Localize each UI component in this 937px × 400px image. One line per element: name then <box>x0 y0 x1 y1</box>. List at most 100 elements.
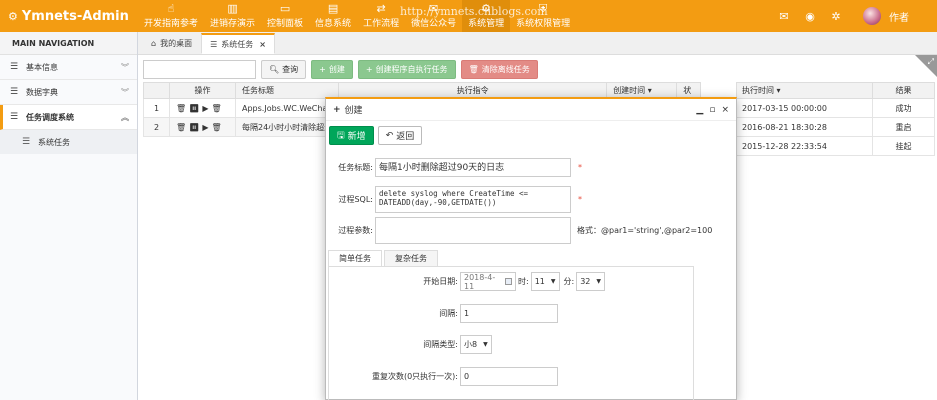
sort-desc-icon: ▾ <box>776 86 781 95</box>
repeat-field[interactable]: 0 <box>460 367 558 386</box>
minimize-icon[interactable]: ▁ <box>696 105 703 115</box>
trash-icon: 🗑︎ <box>468 64 479 74</box>
create-button[interactable]: + 创建 <box>311 59 353 79</box>
delete-icon[interactable]: 🗑︎ <box>211 123 224 132</box>
interval-label: 间隔: <box>439 309 458 318</box>
dialog-controls: ▁ ▫ × <box>696 105 729 115</box>
user-name: 作者 <box>889 12 909 24</box>
nav-item-info-system[interactable]: ▤ 信息系统 <box>309 0 357 32</box>
create-proc-task-button[interactable]: + 创建程序自执行任务 <box>357 59 456 79</box>
start-date-field[interactable]: 2018-4-11 <box>460 272 516 291</box>
grid-header-row: 执行时间 ▾ 结果 <box>736 82 935 99</box>
tab-complex-task[interactable]: 复杂任务 <box>384 250 438 267</box>
watermark: http://ymnets.cnblogs.com <box>400 5 548 18</box>
pause-icon[interactable]: ⏸︎ <box>189 104 202 113</box>
list-icon: ☰ <box>22 137 31 147</box>
row-result: 挂起 <box>872 136 935 156</box>
interval-type-label: 间隔类型: <box>423 340 458 349</box>
avatar <box>863 7 881 25</box>
sidebar-item-basic-info[interactable]: ☰ 基本信息 ︾ <box>0 55 137 80</box>
row-exec-time: 2016-08-21 18:30:28 <box>736 117 873 137</box>
clear-offline-button[interactable]: 🗑︎ 清除离线任务 <box>460 59 538 79</box>
nav-item-workflow[interactable]: ⇄ 工作流程 <box>357 0 405 32</box>
sort-desc-icon: ▾ <box>647 86 652 95</box>
user-menu[interactable]: 作者 <box>849 7 937 25</box>
tab-simple-task[interactable]: 简单任务 <box>328 250 382 267</box>
settings-icon[interactable]: ✲ <box>823 10 849 23</box>
calendar-icon[interactable] <box>504 278 512 285</box>
interval-field[interactable]: 1 <box>460 304 558 323</box>
tab-system-tasks[interactable]: ☰ 系统任务 × <box>201 33 275 54</box>
bank-icon: ▥ <box>227 2 238 15</box>
back-button[interactable]: ↶ 返回 <box>377 126 423 145</box>
row-number: 2 <box>143 117 170 137</box>
minute-select[interactable]: 32 ▼ <box>576 272 606 291</box>
grid-header-result[interactable]: 结果 <box>872 82 935 99</box>
sidebar-item-task-scheduler[interactable]: ☰ 任务调度系统 ︽ <box>0 105 137 130</box>
plus-icon: + <box>319 64 326 74</box>
list-icon: ☰ <box>10 87 19 97</box>
info-icon: ▤ <box>327 2 339 15</box>
app-logo[interactable]: ⚙ Ymnets-Admin <box>0 0 138 32</box>
dialog-title: 创建 <box>344 106 363 116</box>
params-hint: 格式：@par1='string',@par2=100 <box>577 226 713 235</box>
title-field[interactable]: 每隔1小时删除超过90天的日志 <box>375 158 571 177</box>
save-button[interactable]: 🖫︎ 新增 <box>329 126 374 145</box>
close-icon[interactable]: × <box>259 40 266 49</box>
monitor-icon: ▭ <box>279 2 291 15</box>
table-row[interactable]: 2017-03-15 00:00:00 成功 <box>736 98 935 118</box>
close-icon[interactable]: × <box>721 105 729 115</box>
sidebar-item-system-tasks[interactable]: ☰ 系统任务 <box>0 130 137 154</box>
chat-icon[interactable]: ◉ <box>797 10 823 23</box>
tab-desktop[interactable]: ⌂ 我的桌面 <box>142 33 201 54</box>
pause-icon[interactable]: ⏸︎ <box>189 123 202 132</box>
sidebar-item-dictionary[interactable]: ☰ 数据字典 ︾ <box>0 80 137 105</box>
chevron-down-icon: ▼ <box>483 341 488 348</box>
task-type-tabs: 简单任务 复杂任务 <box>328 250 440 267</box>
list-icon: ☰ <box>210 39 218 49</box>
nav-item-control-panel[interactable]: ▭ 控制面板 <box>261 0 309 32</box>
list-icon: ☰ <box>10 62 19 72</box>
sidebar: MAIN NAVIGATION ☰ 基本信息 ︾ ☰ 数据字典 ︾ ☰ 任务调度… <box>0 32 138 400</box>
grid-header-ops: 操作 <box>169 82 236 99</box>
gear-icon: ⚙ <box>8 9 18 23</box>
dialog-buttons: 🖫︎ 新增 ↶ 返回 <box>329 126 423 145</box>
title-label: 任务标题: <box>338 163 373 172</box>
mail-icon[interactable]: ✉ <box>771 10 797 23</box>
trash-icon[interactable]: 🗑︎ <box>176 123 189 132</box>
hour-select[interactable]: 11 ▼ <box>530 272 560 291</box>
grid-header-num <box>143 82 170 99</box>
query-button[interactable]: 🔍︎ 查询 <box>261 59 307 79</box>
simple-task-panel: 开始日期: 2018-4-11 时: 11 ▼ 分: 32 ▼ 间隔: 1 间隔类型… <box>328 266 694 400</box>
table-row[interactable]: 2016-08-21 18:30:28 重启 <box>736 117 935 137</box>
row-number: 1 <box>143 98 170 118</box>
trash-icon[interactable]: 🗑︎ <box>176 104 189 113</box>
sql-field[interactable]: delete syslog where CreateTime <= DATEAD… <box>375 186 571 213</box>
search-input[interactable] <box>143 59 256 79</box>
interval-type-select[interactable]: 小8 ▼ <box>460 335 492 354</box>
dialog-header: + 创建 ▁ ▫ × <box>326 99 736 121</box>
delete-icon[interactable]: 🗑︎ <box>211 104 224 113</box>
nav-item-inventory[interactable]: ▥ 进销存演示 <box>204 0 261 32</box>
field-row-title: 任务标题: 每隔1小时删除超过90天的日志 * <box>326 158 582 177</box>
grid-header-title[interactable]: 任务标题 <box>234 82 340 99</box>
row-result: 重启 <box>872 117 935 137</box>
back-icon: ↶ <box>385 130 394 141</box>
maximize-icon[interactable]: ▫ <box>709 105 715 115</box>
grid-header-exec-time[interactable]: 执行时间 ▾ <box>736 82 873 99</box>
plus-icon: + <box>365 64 373 74</box>
save-icon: 🖫︎ <box>337 130 345 141</box>
field-row-params: 过程参数: 格式：@par1='string',@par2=100 <box>326 217 712 244</box>
table-row[interactable]: 2015-12-28 22:33:54 挂起 <box>736 136 935 156</box>
row-ops: 🗑︎⏸︎▶🗑︎ <box>169 117 236 137</box>
minute-label: 分: <box>563 277 575 286</box>
start-row: 开始日期: 2018-4-11 时: 11 ▼ 分: 32 ▼ <box>395 272 606 291</box>
params-field[interactable] <box>375 217 571 244</box>
required-mark: * <box>578 195 582 204</box>
nav-item-dev-guide[interactable]: ☝ 开发指南参考 <box>138 0 204 32</box>
tab-bar: ⌂ 我的桌面 ☰ 系统任务 × <box>138 32 937 55</box>
expand-icon[interactable]: ⤢ <box>928 57 934 67</box>
repeat-row: 重复次数(0只执行一次): 0 <box>369 367 558 386</box>
interval-type-row: 间隔类型: 小8 ▼ <box>395 335 492 354</box>
toolbar: 🔍︎ 查询 + 创建 + 创建程序自执行任务 🗑︎ 清除离线任务 <box>143 59 538 79</box>
